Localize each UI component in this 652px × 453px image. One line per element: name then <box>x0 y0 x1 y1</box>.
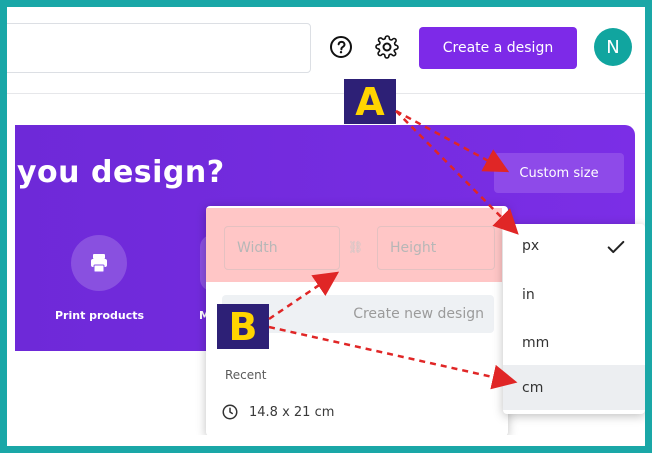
bottom-edge <box>7 435 645 446</box>
annotation-arrows <box>268 109 519 390</box>
screenshot-frame: Create a design N you design? Custom siz… <box>0 0 652 453</box>
